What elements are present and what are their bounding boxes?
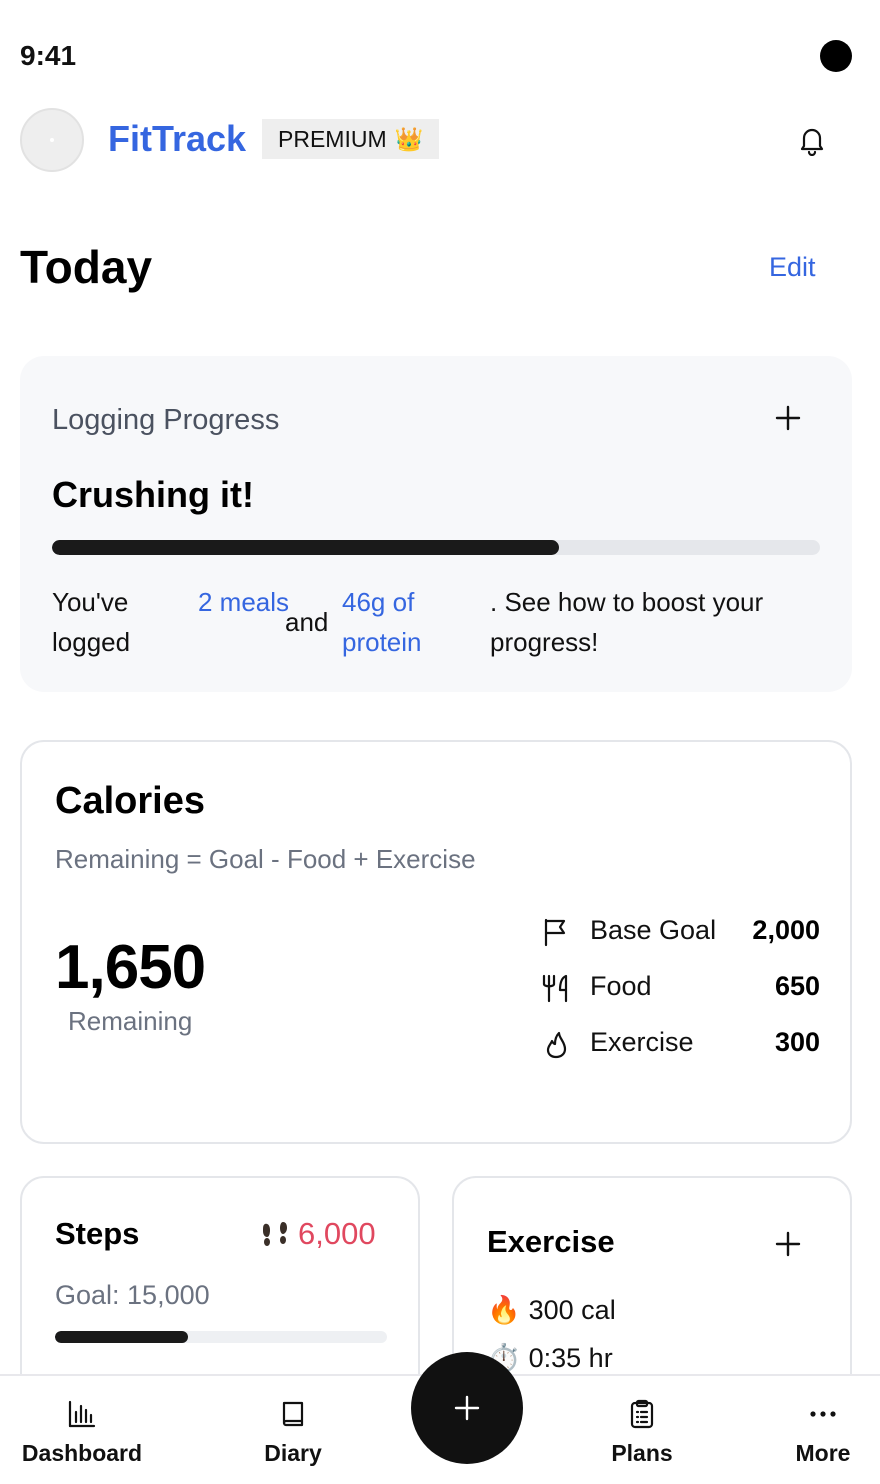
plus-icon — [454, 1395, 480, 1421]
logging-progress-card: Logging Progress Crushing it! You've log… — [20, 356, 852, 692]
avatar-dot — [50, 138, 54, 142]
nav-more-label: More — [795, 1440, 851, 1466]
exercise-calories: 🔥 300 cal — [487, 1294, 616, 1326]
footprints-icon — [263, 1222, 287, 1246]
calories-remaining-label: Remaining — [68, 1006, 193, 1036]
base-goal-label: Base Goal — [590, 915, 717, 945]
exercise-value: 300 — [774, 1027, 820, 1057]
nav-plans-label: Plans — [611, 1440, 673, 1466]
logging-progress-fill — [52, 540, 559, 555]
avatar[interactable] — [20, 108, 84, 172]
edit-link[interactable]: Edit — [769, 252, 816, 283]
flame-icon — [546, 1031, 567, 1059]
logging-progress-label: Logging Progress — [52, 404, 280, 436]
logging-progress-bar — [52, 540, 820, 555]
calories-card[interactable]: Calories Remaining = Goal - Food + Exerc… — [20, 740, 852, 1144]
nav-more[interactable]: More — [790, 1376, 856, 1484]
protein-link[interactable]: 46g of protein — [342, 582, 462, 662]
exercise-row: Exercise 300 — [540, 1024, 820, 1064]
add-exercise-icon[interactable] — [774, 1230, 802, 1258]
calories-title: Calories — [55, 780, 205, 822]
steps-progress-bar — [55, 1331, 387, 1343]
meals-link[interactable]: 2 meals — [198, 582, 298, 622]
add-fab-button[interactable] — [411, 1352, 523, 1464]
nav-diary[interactable]: Diary — [250, 1376, 336, 1484]
app-header: FitTrack PREMIUM 👑 — [0, 100, 880, 180]
status-time: 9:41 — [20, 40, 77, 71]
crown-icon: 👑 — [394, 126, 424, 152]
more-dots-icon — [810, 1411, 836, 1417]
fire-emoji-icon: 🔥 — [487, 1295, 521, 1325]
add-icon[interactable] — [774, 404, 802, 432]
steps-title: Steps — [55, 1216, 140, 1251]
clipboard-icon — [630, 1399, 654, 1429]
exercise-calories-value: 300 cal — [528, 1294, 616, 1325]
bar-chart-icon — [68, 1400, 96, 1428]
exercise-title: Exercise — [487, 1224, 615, 1259]
exercise-duration-value: 0:35 hr — [528, 1342, 613, 1373]
calories-remaining-value: 1,650 — [55, 933, 206, 1002]
progress-headline: Crushing it! — [52, 474, 254, 515]
base-goal-value: 2,000 — [752, 915, 820, 945]
book-icon — [282, 1401, 304, 1427]
premium-badge[interactable]: PREMIUM 👑 — [262, 119, 440, 159]
brand-name: FitTrack — [108, 118, 247, 159]
fork-knife-icon — [542, 974, 568, 1003]
bell-icon[interactable] — [796, 124, 828, 156]
flag-icon — [544, 918, 566, 947]
exercise-label: Exercise — [590, 1027, 694, 1057]
nav-dashboard[interactable]: Dashboard — [20, 1376, 144, 1484]
steps-value: 6,000 — [298, 1216, 376, 1251]
progress-text-part3: . See how to boost your progress! — [490, 587, 764, 657]
progress-text-part2: and — [285, 607, 329, 637]
base-goal-row: Base Goal 2,000 — [540, 912, 820, 952]
page-title: Today — [20, 241, 153, 293]
food-value: 650 — [774, 971, 820, 1001]
camera-dot — [820, 40, 852, 72]
calories-formula: Remaining = Goal - Food + Exercise — [55, 844, 476, 874]
nav-plans[interactable]: Plans — [600, 1376, 684, 1484]
premium-label: PREMIUM — [278, 126, 387, 152]
nav-dashboard-label: Dashboard — [21, 1440, 143, 1466]
food-row: Food 650 — [540, 968, 820, 1008]
steps-progress-fill — [55, 1331, 188, 1343]
steps-goal: Goal: 15,000 — [55, 1280, 210, 1310]
status-bar: 9:41 — [0, 0, 880, 100]
food-label: Food — [590, 971, 652, 1001]
progress-text-part1: You've logged — [52, 587, 131, 657]
nav-diary-label: Diary — [264, 1440, 322, 1466]
